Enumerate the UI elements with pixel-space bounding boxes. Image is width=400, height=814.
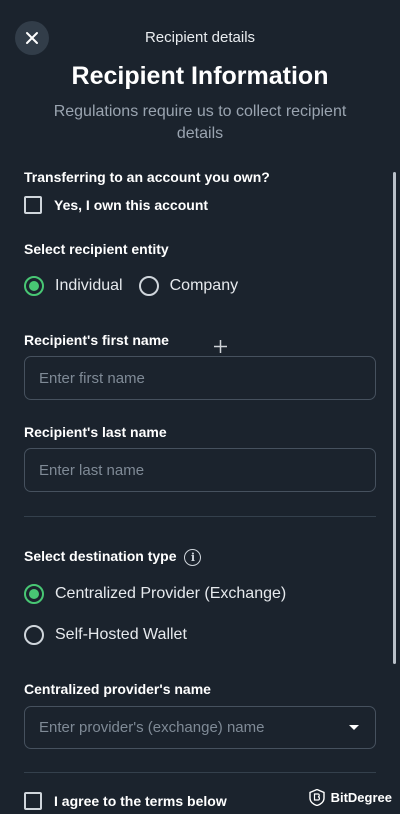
page-subtitle: Regulations require us to collect recipi… xyxy=(53,103,347,142)
first-name-input[interactable] xyxy=(24,356,376,400)
provider-label: Centralized provider's name xyxy=(24,681,211,697)
own-account-question: Transferring to an account you own? xyxy=(24,169,270,185)
page-title: Recipient Information xyxy=(71,62,329,90)
entity-radio-group: Individual Company xyxy=(24,276,254,296)
own-account-checkbox-row[interactable]: Yes, I own this account xyxy=(24,196,208,214)
terms-checkbox[interactable] xyxy=(24,792,42,810)
last-name-label: Recipient's last name xyxy=(24,424,167,440)
entity-option-label: Company xyxy=(169,277,239,294)
entity-option-individual[interactable]: Individual xyxy=(24,276,123,296)
chevron-down-icon xyxy=(349,725,359,730)
scrollbar[interactable] xyxy=(393,172,396,664)
entity-radio-company[interactable] xyxy=(138,276,159,296)
destination-label: Select destination type xyxy=(24,548,177,564)
own-account-checkbox[interactable] xyxy=(24,196,42,214)
bitdegree-logo-icon xyxy=(308,789,325,806)
provider-select[interactable]: Enter provider's (exchange) name xyxy=(24,706,376,749)
destination-label-row: Select destination type i xyxy=(24,548,202,566)
entity-option-company[interactable]: Company xyxy=(138,276,239,296)
terms-checkbox-label: I agree to the terms below xyxy=(54,793,227,809)
destination-option-exchange[interactable]: Centralized Provider (Exchange) xyxy=(24,584,286,604)
destination-option-label: Self-Hosted Wallet xyxy=(55,626,187,643)
own-account-checkbox-label: Yes, I own this account xyxy=(54,197,209,213)
last-name-input[interactable] xyxy=(24,448,376,492)
terms-checkbox-row[interactable]: I agree to the terms below xyxy=(24,792,227,810)
destination-option-wallet[interactable]: Self-Hosted Wallet xyxy=(24,625,187,645)
divider xyxy=(24,516,376,517)
destination-radio-wallet[interactable] xyxy=(24,625,44,645)
crosshair-cursor-icon xyxy=(214,340,227,353)
destination-radio-exchange[interactable] xyxy=(24,584,44,604)
entity-radio-individual[interactable] xyxy=(24,276,44,296)
info-icon[interactable]: i xyxy=(184,548,202,566)
destination-option-label: Centralized Provider (Exchange) xyxy=(55,585,287,602)
header-title: Recipient details xyxy=(144,29,256,46)
watermark-text: BitDegree xyxy=(330,790,392,805)
watermark: BitDegree xyxy=(308,789,392,806)
first-name-label: Recipient's first name xyxy=(24,332,169,348)
entity-label: Select recipient entity xyxy=(24,241,169,257)
divider xyxy=(24,772,376,773)
entity-option-label: Individual xyxy=(55,277,123,294)
provider-select-placeholder: Enter provider's (exchange) name xyxy=(39,719,265,736)
